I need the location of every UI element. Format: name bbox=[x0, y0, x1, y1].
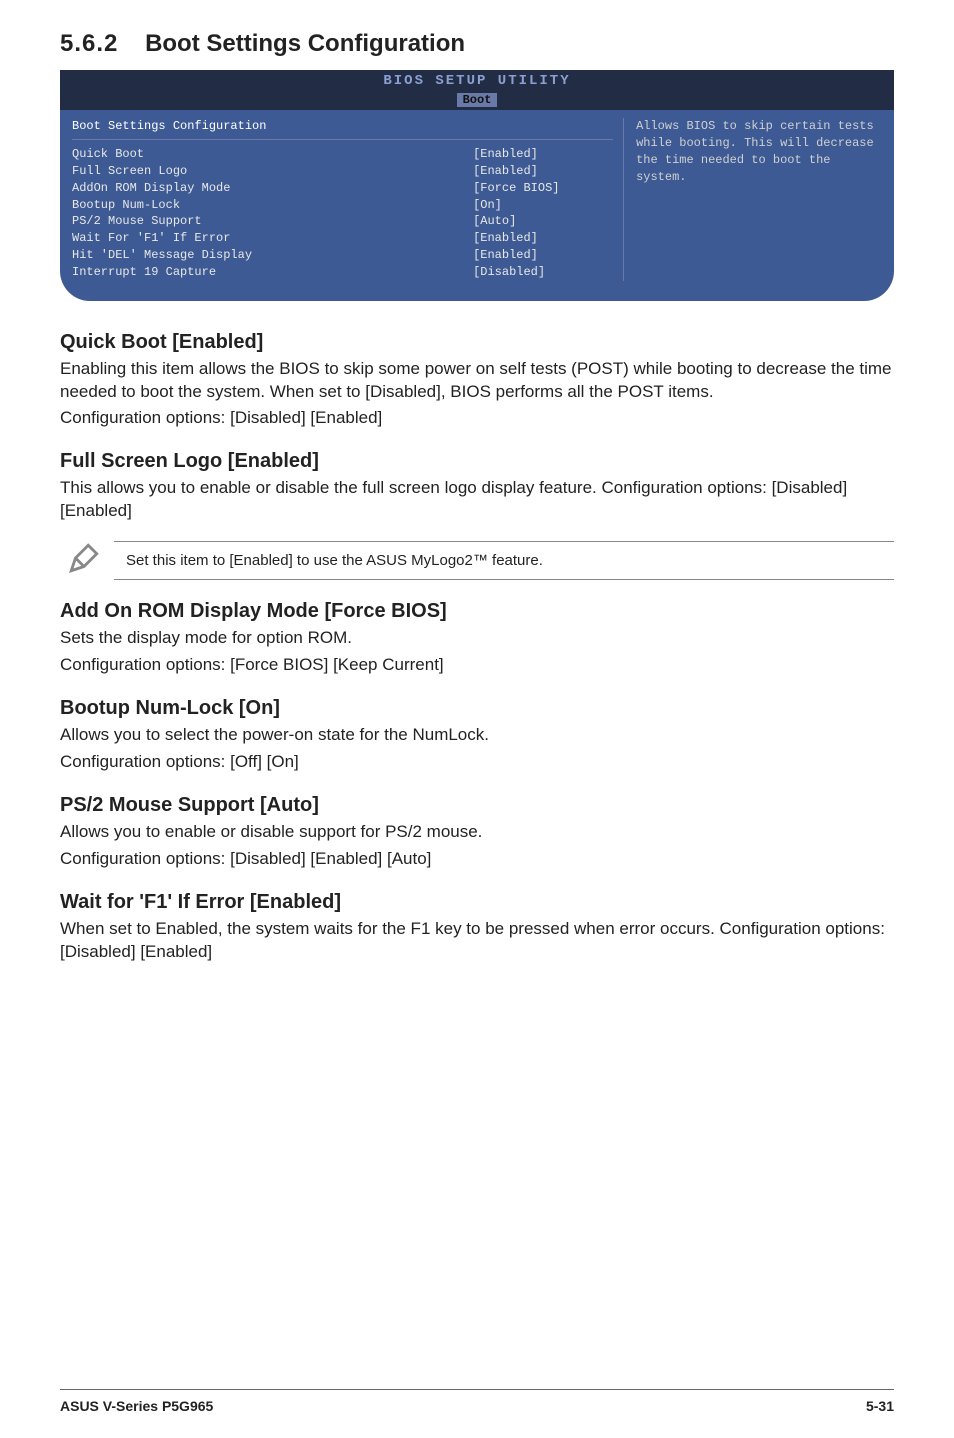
bios-val: [Enabled] bbox=[473, 230, 613, 247]
note-text: Set this item to [Enabled] to use the AS… bbox=[114, 541, 894, 580]
option-body: When set to Enabled, the system waits fo… bbox=[60, 918, 894, 964]
bios-val: [Auto] bbox=[473, 213, 613, 230]
bios-key: Bootup Num-Lock bbox=[72, 197, 473, 214]
option-body: Allows you to enable or disable support … bbox=[60, 821, 894, 844]
page-footer: ASUS V-Series P5G965 5-31 bbox=[60, 1389, 894, 1414]
bios-row: PS/2 Mouse Support[Auto] bbox=[72, 213, 613, 230]
bios-tab-boot: Boot bbox=[457, 93, 498, 107]
footer-left: ASUS V-Series P5G965 bbox=[60, 1398, 213, 1414]
section-heading: 5.6.2 Boot Settings Configuration bbox=[60, 30, 894, 58]
option-config: Configuration options: [Disabled] [Enabl… bbox=[60, 407, 894, 430]
bios-key: Interrupt 19 Capture bbox=[72, 264, 473, 281]
option-heading: Full Screen Logo [Enabled] bbox=[60, 450, 894, 473]
option-body: This allows you to enable or disable the… bbox=[60, 477, 894, 523]
bios-row: Wait For 'F1' If Error[Enabled] bbox=[72, 230, 613, 247]
bios-help-pane: Allows BIOS to skip certain tests while … bbox=[623, 118, 882, 280]
option-heading: Add On ROM Display Mode [Force BIOS] bbox=[60, 600, 894, 623]
bios-row: Bootup Num-Lock[On] bbox=[72, 197, 613, 214]
bios-row: Full Screen Logo[Enabled] bbox=[72, 163, 613, 180]
bios-val: [Enabled] bbox=[473, 247, 613, 264]
bios-val: [On] bbox=[473, 197, 613, 214]
bios-val: [Enabled] bbox=[473, 163, 613, 180]
bios-key: Hit 'DEL' Message Display bbox=[72, 247, 473, 264]
option-heading: PS/2 Mouse Support [Auto] bbox=[60, 794, 894, 817]
bios-val: [Force BIOS] bbox=[473, 180, 613, 197]
option-body: Enabling this item allows the BIOS to sk… bbox=[60, 358, 894, 404]
bios-body: Boot Settings Configuration Quick Boot[E… bbox=[60, 110, 894, 280]
bios-key: PS/2 Mouse Support bbox=[72, 213, 473, 230]
option-heading: Bootup Num-Lock [On] bbox=[60, 697, 894, 720]
footer-right: 5-31 bbox=[866, 1398, 894, 1414]
section-number: 5.6.2 bbox=[60, 30, 118, 57]
bios-header: BIOS SETUP UTILITY bbox=[60, 70, 894, 92]
option-config: Configuration options: [Disabled] [Enabl… bbox=[60, 848, 894, 871]
bios-row: Interrupt 19 Capture[Disabled] bbox=[72, 264, 613, 281]
bios-panel: BIOS SETUP UTILITY Boot Boot Settings Co… bbox=[60, 70, 894, 301]
section-title: Boot Settings Configuration bbox=[145, 30, 465, 57]
bios-val: [Disabled] bbox=[473, 264, 613, 281]
bios-key: Wait For 'F1' If Error bbox=[72, 230, 473, 247]
bios-key: Quick Boot bbox=[72, 146, 473, 163]
bios-tab-bar: Boot bbox=[60, 92, 894, 111]
bios-row: Quick Boot[Enabled] bbox=[72, 146, 613, 163]
note-block: Set this item to [Enabled] to use the AS… bbox=[60, 541, 894, 580]
bios-row: AddOn ROM Display Mode[Force BIOS] bbox=[72, 180, 613, 197]
bios-row: Hit 'DEL' Message Display[Enabled] bbox=[72, 247, 613, 264]
option-body: Allows you to select the power-on state … bbox=[60, 724, 894, 747]
pencil-icon bbox=[60, 541, 108, 580]
option-body: Sets the display mode for option ROM. bbox=[60, 627, 894, 650]
bios-key: Full Screen Logo bbox=[72, 163, 473, 180]
option-heading: Quick Boot [Enabled] bbox=[60, 331, 894, 354]
bios-panel-title: Boot Settings Configuration bbox=[72, 118, 613, 140]
bios-val: [Enabled] bbox=[473, 146, 613, 163]
bios-key: AddOn ROM Display Mode bbox=[72, 180, 473, 197]
bios-left-pane: Boot Settings Configuration Quick Boot[E… bbox=[72, 118, 623, 280]
option-config: Configuration options: [Force BIOS] [Kee… bbox=[60, 654, 894, 677]
option-heading: Wait for 'F1' If Error [Enabled] bbox=[60, 891, 894, 914]
option-config: Configuration options: [Off] [On] bbox=[60, 751, 894, 774]
